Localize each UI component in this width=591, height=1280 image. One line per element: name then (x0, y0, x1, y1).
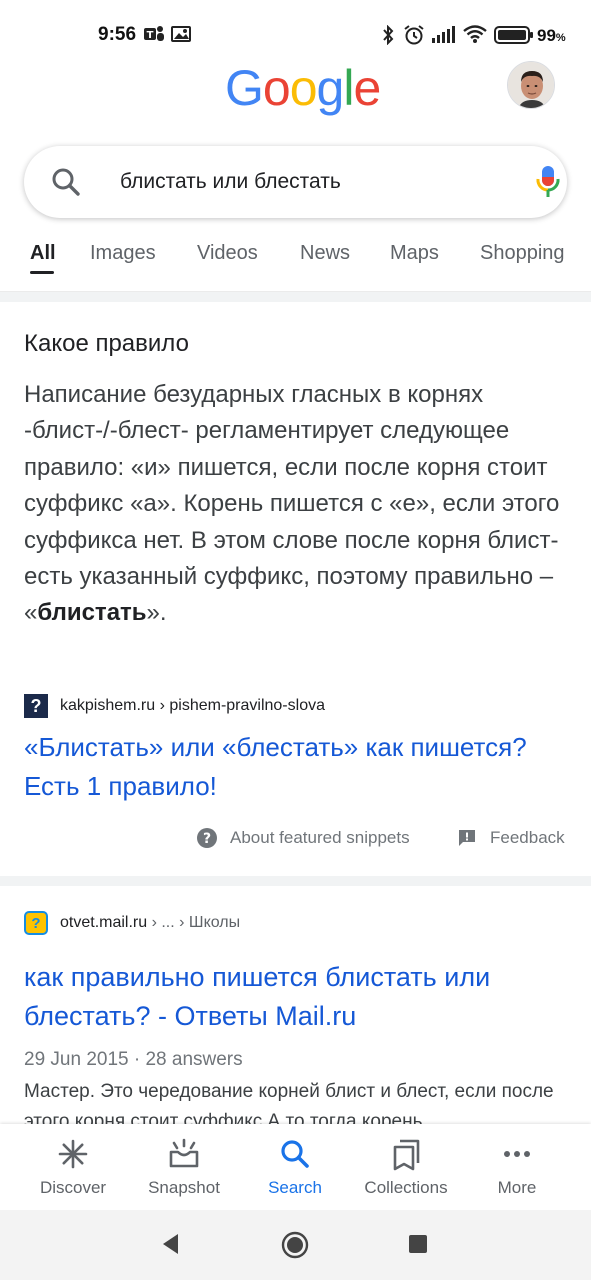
logo-letter: o (289, 60, 318, 116)
bottom-navigation: Discover Snapshot Search Collections Mor… (0, 1124, 591, 1210)
logo-letter: e (353, 60, 381, 116)
result-source[interactable]: ? otvet.mail.ru › ... › Школы (24, 910, 240, 936)
status-time: 9:56 (98, 24, 137, 45)
source-url: kakpishem.ru › pishem-pravilno-slova (60, 697, 325, 714)
nav-search[interactable]: Search (236, 1124, 354, 1210)
snippet-result-link[interactable]: «Блистать» или «блестать» как пишется? Е… (24, 728, 544, 806)
mail-ru-otvet-favicon-icon: ? (24, 911, 48, 935)
snapshot-icon (169, 1138, 199, 1168)
search-input[interactable]: блистать или блестать (120, 170, 341, 194)
result-meta: 29 Jun 2015 · 28 answers (24, 1049, 243, 1070)
alarm-icon (404, 25, 424, 45)
nav-collections[interactable]: Collections (347, 1124, 465, 1210)
logo-letter: g (316, 60, 345, 116)
snippet-source[interactable]: ? kakpishem.ru › pishem-pravilno-slova (24, 694, 325, 718)
battery-percent: 99% (537, 26, 566, 45)
svg-text:T: T (147, 30, 154, 41)
search-box[interactable]: блистать или блестать (24, 146, 567, 218)
system-navigation-bar (0, 1210, 591, 1280)
divider (0, 292, 591, 302)
help-circle-icon: ? (197, 828, 217, 848)
feedback-icon (459, 830, 475, 846)
tab-images[interactable]: Images (90, 242, 156, 265)
snippet-body: Написание безударных гласных в корнях -б… (24, 381, 560, 627)
google-logo[interactable]: Google (225, 58, 381, 118)
recents-icon[interactable] (408, 1234, 428, 1254)
tab-all[interactable]: All (30, 242, 56, 265)
search-icon[interactable] (50, 166, 82, 198)
tab-shopping[interactable]: Shopping (480, 242, 565, 265)
result-title-link[interactable]: как правильно пишется блистать или блест… (24, 958, 569, 1036)
logo-letter: o (262, 60, 291, 116)
svg-text:?: ? (203, 831, 211, 847)
search-icon (281, 1140, 309, 1168)
status-bar: 9:56 T 99% (0, 0, 591, 62)
tab-videos[interactable]: Videos (197, 242, 258, 265)
collections-icon (393, 1139, 420, 1171)
search-tabs: All Images Videos News Maps Shopping (0, 240, 591, 292)
result-domain: otvet.mail.ru (60, 914, 148, 931)
microphone-icon[interactable] (534, 164, 562, 200)
back-icon[interactable] (160, 1232, 182, 1256)
bluetooth-icon (383, 25, 394, 45)
divider (0, 876, 591, 886)
teams-icon: T (144, 26, 164, 41)
snippet-heading: Какое правило (24, 330, 189, 357)
result-breadcrumb: › ... › Школы (147, 914, 241, 931)
avatar-portrait-icon (508, 62, 554, 108)
kakpishem-favicon-icon: ? (24, 694, 48, 718)
about-featured-snippets[interactable]: ? About featured snippets (196, 826, 410, 850)
nav-discover[interactable]: Discover (14, 1124, 132, 1210)
logo-letter: l (343, 60, 354, 116)
discover-asterisk-icon (58, 1139, 88, 1169)
logo-letter: G (225, 60, 264, 116)
tab-maps[interactable]: Maps (390, 242, 439, 265)
active-tab-indicator (30, 271, 54, 274)
wifi-icon (463, 25, 487, 43)
tab-news[interactable]: News (300, 242, 350, 265)
nav-more[interactable]: More (458, 1124, 576, 1210)
nav-snapshot[interactable]: Snapshot (125, 1124, 243, 1210)
more-dots-icon (504, 1151, 530, 1157)
signal-icon (432, 26, 455, 43)
battery-icon (494, 26, 533, 44)
home-icon[interactable] (281, 1231, 309, 1259)
photo-notification-icon (171, 26, 191, 42)
account-avatar[interactable] (507, 61, 555, 109)
feedback-button[interactable]: Feedback (456, 826, 565, 850)
